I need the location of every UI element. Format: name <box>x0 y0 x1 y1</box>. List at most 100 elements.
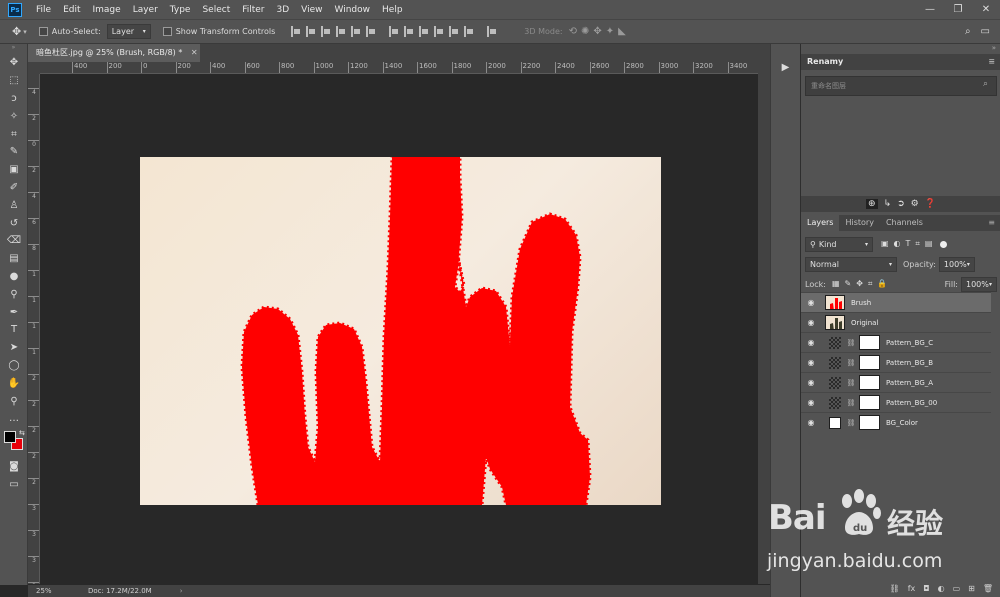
lasso-tool-icon[interactable]: ↄ <box>0 90 28 108</box>
layer-row-pattern-bg-a[interactable]: ◉ ⛓ Pattern_BG_A <box>801 372 991 392</box>
eyedropper-tool-icon[interactable]: ✎ <box>0 143 28 161</box>
path-selection-tool-icon[interactable]: ➤ <box>0 339 28 357</box>
menu-file[interactable]: File <box>30 5 57 15</box>
screen-mode-icon[interactable]: ▭ <box>0 476 28 494</box>
status-menu-chevron-icon[interactable]: › <box>180 587 183 595</box>
link-layers-icon[interactable]: ⛓ <box>890 584 900 593</box>
dodge-tool-icon[interactable]: ⚲ <box>0 285 28 303</box>
hand-tool-icon[interactable]: ✋ <box>0 374 28 392</box>
tab-channels[interactable]: Channels <box>880 215 929 231</box>
link-chain-icon[interactable]: ⛓ <box>846 359 856 367</box>
collapse-panels-icon[interactable]: » <box>992 44 996 52</box>
horizontal-ruler[interactable]: 400 200 0 200 400 600 800 1000 1200 1400 1600 1800 2… <box>40 62 758 74</box>
eraser-tool-icon[interactable]: ⌫ <box>0 232 28 250</box>
auto-select-dropdown[interactable]: Layer ▾ <box>106 24 151 39</box>
blend-mode-dropdown[interactable]: Normal ▾ <box>805 256 897 272</box>
document-canvas[interactable] <box>140 157 661 505</box>
layer-row-brush[interactable]: ◉ Brush <box>801 292 991 312</box>
minimize-button[interactable]: — <box>916 0 944 19</box>
close-button[interactable]: ✕ <box>972 0 1000 19</box>
zoom-level[interactable]: 25% <box>36 587 68 595</box>
distribute-top-icon[interactable] <box>389 26 399 37</box>
menu-image[interactable]: Image <box>87 5 127 15</box>
align-top-icon[interactable] <box>291 26 301 37</box>
tab-layers[interactable]: Layers <box>801 215 840 231</box>
plugin-settings-icon[interactable]: ⚙ <box>911 199 919 209</box>
layer-style-icon[interactable]: fx <box>908 584 916 593</box>
vertical-ruler[interactable]: 4 2 0 2 4 6 8 1 1 1 1 2 2 2 2 2 3 3 3 3 <box>28 74 40 584</box>
history-brush-tool-icon[interactable]: ↺ <box>0 214 28 232</box>
move-tool-icon[interactable]: ✥ <box>12 25 21 38</box>
3d-mode-icons[interactable]: ⟲✺✥✦◣ <box>569 26 630 37</box>
filter-type-icons[interactable]: ▣◐T⌗▤ <box>881 239 938 249</box>
photoshop-logo-icon[interactable]: Ps <box>8 2 22 17</box>
menu-layer[interactable]: Layer <box>127 5 164 15</box>
auto-align-icon[interactable] <box>487 26 497 37</box>
new-group-icon[interactable]: ▭ <box>953 584 961 593</box>
delete-layer-icon[interactable]: 🗑 <box>983 584 993 593</box>
brush-tool-icon[interactable]: ✐ <box>0 179 28 197</box>
pen-tool-icon[interactable]: ✒ <box>0 303 28 321</box>
link-chain-icon[interactable]: ⛓ <box>846 379 856 387</box>
layers-panel-menu-icon[interactable]: ≡ <box>988 215 995 231</box>
swap-colors-icon[interactable]: ⇆ <box>19 429 25 437</box>
menu-view[interactable]: View <box>295 5 328 15</box>
menu-window[interactable]: Window <box>329 5 377 15</box>
workspace-icon[interactable]: ▭ <box>981 26 990 37</box>
visibility-eye-icon[interactable]: ◉ <box>801 338 821 347</box>
document-tab[interactable]: 暗鱼杜区.jpg @ 25% (Brush, RGB/8) * ✕ <box>28 44 200 62</box>
distribute-bottom-icon[interactable] <box>419 26 429 37</box>
link-chain-icon[interactable]: ⛓ <box>846 399 856 407</box>
close-tab-icon[interactable]: ✕ <box>191 48 198 57</box>
fill-input[interactable]: 100% ▾ <box>961 276 997 292</box>
visibility-eye-icon[interactable]: ◉ <box>801 418 821 427</box>
type-tool-icon[interactable]: T <box>0 321 28 339</box>
play-actions-icon[interactable]: ▶ <box>771 62 800 73</box>
layer-row-pattern-bg-b[interactable]: ◉ ⛓ Pattern_BG_B <box>801 352 991 372</box>
panel-menu-icon[interactable]: ≡ <box>988 54 995 70</box>
layer-row-original[interactable]: ◉ Original <box>801 312 991 332</box>
canvas-area[interactable] <box>40 74 758 584</box>
clone-stamp-tool-icon[interactable]: ♙ <box>0 196 28 214</box>
blur-tool-icon[interactable]: ● <box>0 268 28 286</box>
plugin-info-icon[interactable]: ❓ <box>925 199 936 209</box>
menu-filter[interactable]: Filter <box>236 5 270 15</box>
layer-row-pattern-bg-c[interactable]: ◉ ⛓ Pattern_BG_C <box>801 332 991 352</box>
more-tools-icon[interactable]: … <box>0 410 28 428</box>
tool-preset-chevron-icon[interactable]: ▾ <box>23 28 27 36</box>
menu-select[interactable]: Select <box>196 5 236 15</box>
healing-brush-tool-icon[interactable]: ▣ <box>0 161 28 179</box>
menu-type[interactable]: Type <box>164 5 197 15</box>
search-icon[interactable]: ⌕ <box>983 79 988 89</box>
visibility-eye-icon[interactable]: ◉ <box>801 398 821 407</box>
menu-3d[interactable]: 3D <box>271 5 296 15</box>
opacity-input[interactable]: 100% ▾ <box>938 256 975 272</box>
ruler-origin[interactable] <box>28 62 40 74</box>
renamy-panel-header[interactable]: Renamy ≡ <box>801 54 1000 70</box>
plugin-home-icon[interactable]: ⊕ <box>866 199 878 209</box>
zoom-tool-icon[interactable]: ⚲ <box>0 392 28 410</box>
plugin-export-icon[interactable]: ➲ <box>897 199 905 209</box>
layer-row-bg-color[interactable]: ◉ ⛓ BG_Color <box>801 412 991 432</box>
menu-edit[interactable]: Edit <box>57 5 86 15</box>
gradient-tool-icon[interactable]: ▤ <box>0 250 28 268</box>
add-mask-icon[interactable]: ◘ <box>923 584 929 593</box>
show-transform-checkbox[interactable] <box>162 27 172 36</box>
magic-wand-tool-icon[interactable]: ✧ <box>0 107 28 125</box>
visibility-eye-icon[interactable]: ◉ <box>801 298 821 307</box>
ellipse-tool-icon[interactable]: ◯ <box>0 357 28 375</box>
foreground-color-swatch[interactable] <box>4 430 16 443</box>
quick-mask-icon[interactable]: ◙ <box>0 458 28 476</box>
distribute-hcenter-icon[interactable] <box>449 26 459 37</box>
distribute-right-icon[interactable] <box>464 26 474 37</box>
distribute-left-icon[interactable] <box>434 26 444 37</box>
link-chain-icon[interactable]: ⛓ <box>846 419 856 427</box>
layer-row-pattern-bg-00[interactable]: ◉ ⛓ Pattern_BG_00 <box>801 392 991 412</box>
menu-help[interactable]: Help <box>376 5 409 15</box>
toolbar-collapse-icon[interactable]: » <box>0 44 27 54</box>
filter-toggle-icon[interactable] <box>939 240 947 248</box>
align-hcenter-icon[interactable] <box>351 26 361 37</box>
align-bottom-icon[interactable] <box>321 26 331 37</box>
doc-info[interactable]: Doc: 17.2M/22.0M <box>88 587 152 595</box>
align-vcenter-icon[interactable] <box>306 26 316 37</box>
